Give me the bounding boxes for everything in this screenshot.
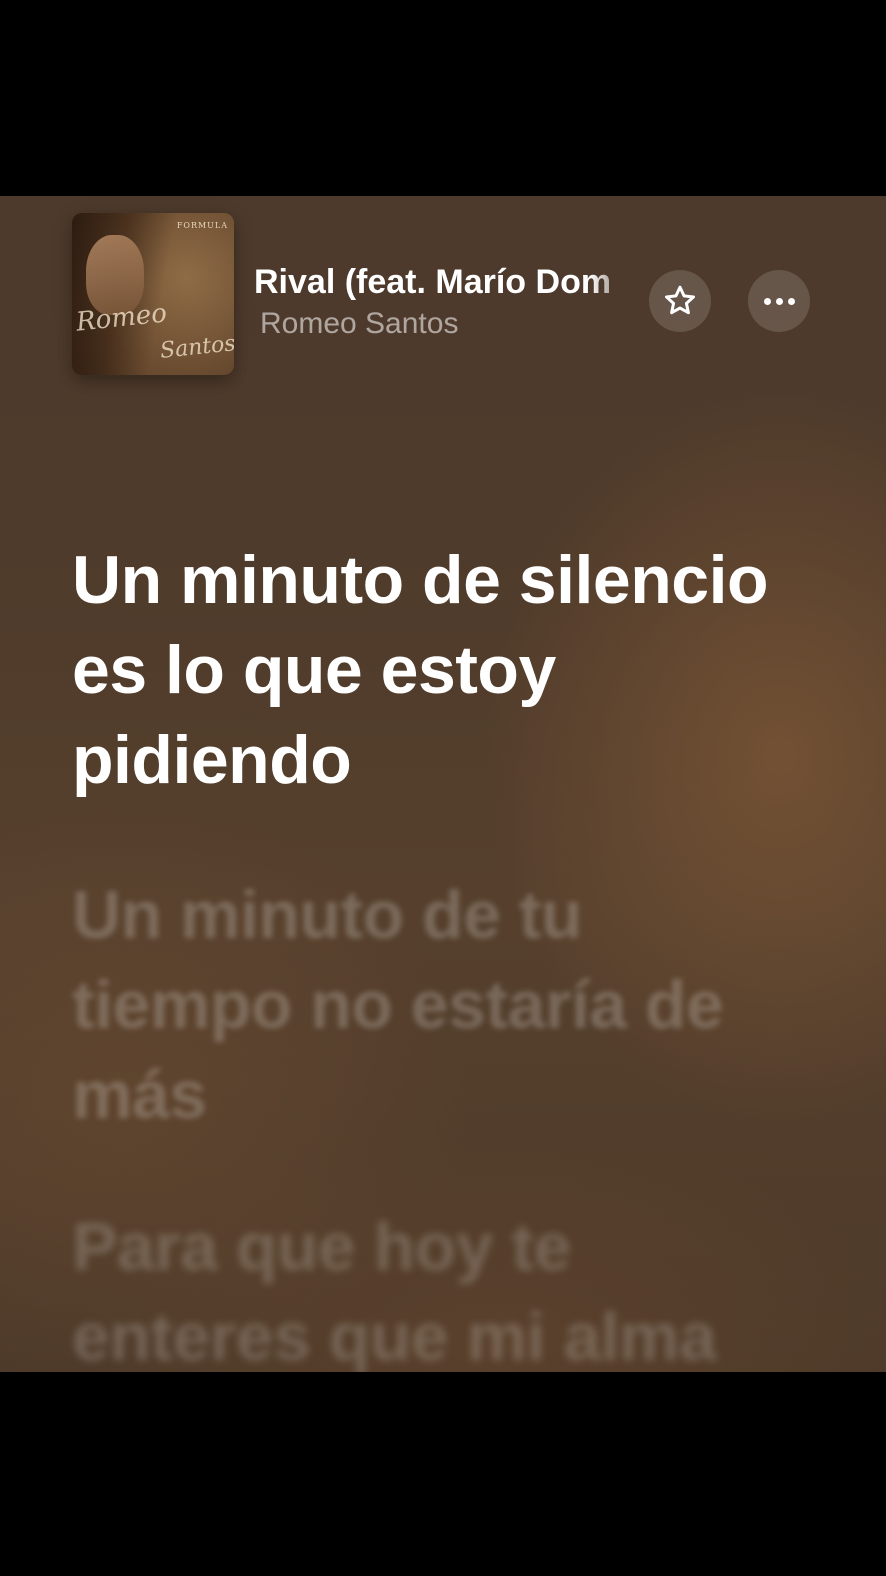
more-options-button[interactable] xyxy=(748,270,810,332)
lyric-line-active[interactable]: Un minuto de silencio es lo que estoy pi… xyxy=(72,535,812,805)
track-artist[interactable]: Romeo Santos xyxy=(260,306,458,342)
favorite-button[interactable] xyxy=(649,270,711,332)
lyric-line-next[interactable]: Un minuto de tu tiempo no estaría de más xyxy=(72,870,812,1140)
lyric-line-after[interactable]: Para que hoy te enteres que mi alma xyxy=(72,1202,812,1372)
album-art[interactable]: FORMULA Romeo Santos xyxy=(72,213,234,375)
letterbox-bottom xyxy=(0,1372,886,1576)
album-art-badge: FORMULA xyxy=(176,221,228,230)
album-art-script-last: Santos xyxy=(158,331,234,364)
track-title[interactable]: Rival (feat. Marío Dom xyxy=(254,262,636,302)
lyrics-screen: FORMULA Romeo Santos Rival (feat. Marío … xyxy=(0,0,886,1372)
star-outline-icon xyxy=(665,285,695,315)
album-art-script-first: Romeo xyxy=(74,298,169,338)
ellipsis-icon xyxy=(763,297,795,305)
